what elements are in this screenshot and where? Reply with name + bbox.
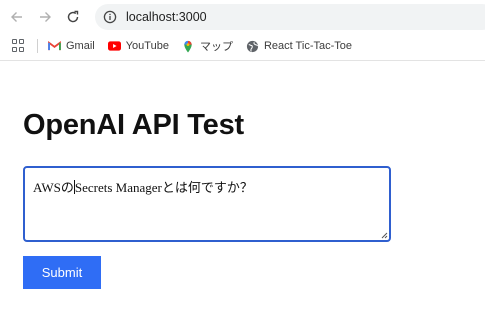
bookmarks-bar: Gmail YouTube マップ React Tic-Tac-Toe bbox=[0, 33, 485, 59]
gmail-icon bbox=[48, 40, 61, 53]
youtube-icon bbox=[107, 40, 121, 53]
reload-button[interactable] bbox=[64, 8, 82, 26]
back-icon bbox=[11, 12, 22, 22]
address-bar[interactable]: localhost:3000 bbox=[95, 4, 485, 30]
prompt-text-after-caret: Secrets Managerとは何ですか？ bbox=[74, 180, 253, 195]
globe-icon bbox=[246, 40, 259, 53]
page-title: OpenAI API Test bbox=[23, 109, 244, 141]
address-url[interactable]: localhost:3000 bbox=[126, 10, 207, 24]
site-info-icon[interactable] bbox=[103, 10, 117, 24]
reload-icon bbox=[67, 10, 79, 23]
bookmark-maps[interactable]: マップ bbox=[182, 38, 233, 54]
forward-icon bbox=[40, 12, 51, 22]
forward-button[interactable] bbox=[36, 8, 54, 26]
bookmark-label: マップ bbox=[199, 41, 233, 53]
prompt-textarea[interactable]: AWSのSecrets Managerとは何ですか？ bbox=[23, 166, 391, 242]
apps-grid-icon[interactable] bbox=[12, 39, 26, 53]
bookmark-youtube[interactable]: YouTube bbox=[107, 40, 169, 53]
submit-button[interactable]: Submit bbox=[23, 256, 101, 289]
browser-toolbar: localhost:3000 bbox=[0, 0, 485, 33]
resize-grip-icon[interactable] bbox=[380, 231, 388, 239]
bookmark-gmail[interactable]: Gmail bbox=[48, 40, 95, 53]
bookmark-label: Gmail bbox=[66, 40, 95, 52]
prompt-text-before-caret: AWSの bbox=[33, 180, 74, 195]
back-button[interactable] bbox=[8, 8, 26, 26]
bookmark-react-tic-tac-toe[interactable]: React Tic-Tac-Toe bbox=[246, 40, 352, 53]
bookmark-label: React Tic-Tac-Toe bbox=[263, 40, 352, 52]
bookmarks-separator bbox=[37, 39, 38, 53]
maps-icon bbox=[182, 40, 195, 53]
toolbar-divider bbox=[0, 60, 485, 61]
bookmark-label: YouTube bbox=[125, 40, 169, 52]
